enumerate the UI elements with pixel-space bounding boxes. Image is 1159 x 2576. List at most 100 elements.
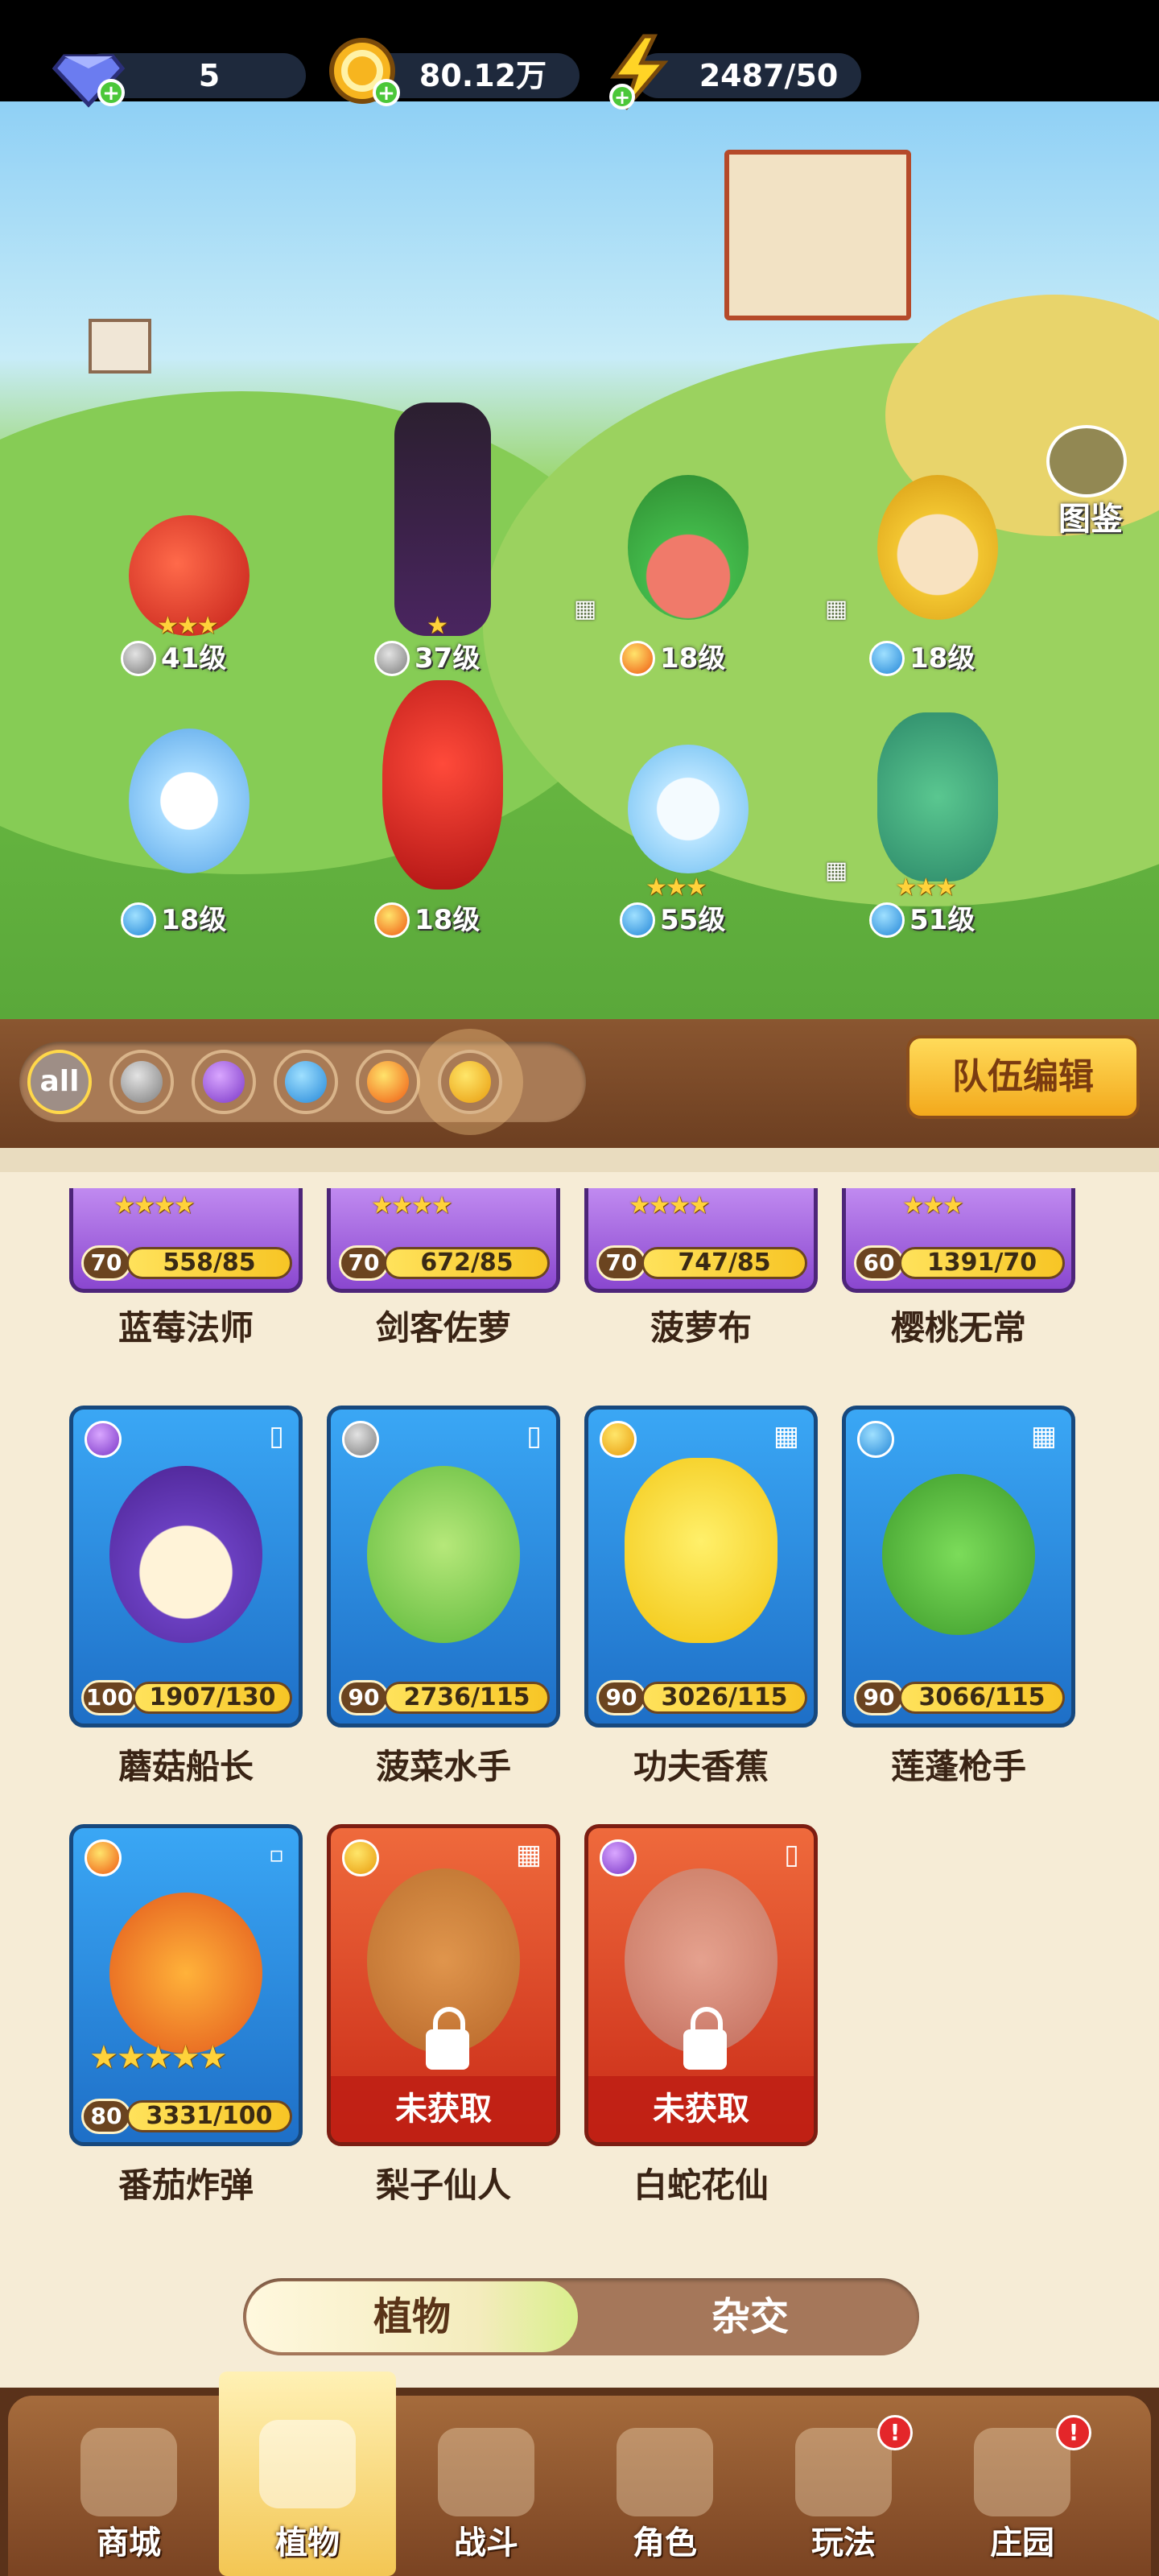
nav-tab-shop[interactable]: 商城 — [40, 2396, 217, 2576]
grid-icon: ▯ — [784, 1839, 799, 1871]
grid-icon: ▦ — [515, 1839, 542, 1871]
team-hero-slot-3[interactable]: ▦ 18级 — [574, 475, 781, 692]
lock-icon — [683, 2007, 727, 2070]
card-progress: 558/85 — [126, 1247, 292, 1279]
grid-icon: ▯ — [269, 1420, 284, 1452]
plant-card[interactable]: ★★★★ 70 672/85 — [327, 1188, 560, 1293]
sword-icon — [374, 641, 410, 676]
card-level: 70 — [81, 1245, 131, 1281]
sword-icon — [121, 641, 156, 676]
manor-icon — [974, 2428, 1070, 2516]
water-drop-icon — [869, 641, 905, 676]
hero-level: 18级 — [121, 902, 258, 938]
nav-tab-plants[interactable]: 植物 — [219, 2372, 396, 2576]
plants-icon — [259, 2420, 356, 2508]
fire-icon — [85, 1839, 122, 1876]
diamond-icon[interactable]: + — [48, 32, 126, 108]
plant-card[interactable]: ▦ 90 3066/115 — [842, 1406, 1075, 1728]
svg-text:+: + — [614, 86, 630, 109]
card-level: 70 — [339, 1245, 389, 1281]
nav-tab-manor[interactable]: ! 庄园 — [934, 2396, 1111, 2576]
team-hero-slot-8[interactable]: ▦ ★★★ 51级 — [825, 712, 1030, 954]
toggle-plants[interactable]: 植物 — [246, 2281, 578, 2352]
sprout-hero — [628, 475, 749, 620]
card-name: 蓝莓法师 — [118, 1308, 254, 1348]
nav-label: 商城 — [97, 2524, 161, 2562]
plant-card[interactable]: ▦ 90 3026/115 — [584, 1406, 818, 1728]
card-progress: 672/85 — [384, 1247, 550, 1279]
alert-badge: ! — [877, 2415, 913, 2450]
team-edit-button[interactable]: 队伍编辑 — [906, 1035, 1140, 1119]
plant-card-locked[interactable]: ▦ 未获取 — [327, 1824, 560, 2146]
coin-icon[interactable]: + — [324, 32, 400, 106]
card-progress: 2736/115 — [384, 1682, 550, 1714]
lightning-icon[interactable]: + — [600, 32, 672, 110]
lotus-gunner-art — [882, 1474, 1035, 1635]
nav-tab-character[interactable]: 角色 — [576, 2396, 753, 2576]
team-hero-slot-5[interactable]: 18级 — [97, 729, 282, 954]
panel-top-edge — [0, 1148, 1159, 1172]
nav-tab-battle[interactable]: 战斗 — [398, 2396, 575, 2576]
card-progress: 1391/70 — [899, 1247, 1065, 1279]
card-level: 100 — [81, 1680, 138, 1715]
distant-house — [89, 319, 151, 374]
gem-value: 5 — [198, 58, 221, 93]
fire-icon — [367, 1061, 409, 1103]
toggle-hybrid[interactable]: 杂交 — [581, 2278, 919, 2355]
team-hero-slot-4[interactable]: ▦ 18级 — [825, 475, 1030, 692]
codex-button[interactable]: 图鉴 — [1038, 425, 1143, 538]
potion-icon — [85, 1421, 122, 1458]
kungfu-banana-art — [625, 1458, 777, 1643]
card-stars: ★★★★ — [629, 1191, 711, 1220]
card-name: 菠萝布 — [650, 1308, 752, 1348]
nav-label: 战斗 — [454, 2524, 518, 2562]
team-hero-slot-7[interactable]: ★★★ 55级 — [596, 745, 781, 954]
bottom-nav: 商城 植物 战斗 角色 ! 玩法 ! 庄园 — [0, 2372, 1159, 2576]
alert-badge: ! — [1056, 2415, 1091, 2450]
ice-dragon-hero — [628, 745, 749, 873]
square-icon: ▫ — [269, 1841, 284, 1868]
angel-hero — [129, 729, 250, 873]
plant-card[interactable]: ★★★★ 70 747/85 — [584, 1188, 818, 1293]
plant-hybrid-toggle[interactable]: 植物 杂交 — [243, 2278, 919, 2355]
card-stars: ★★★ — [902, 1191, 964, 1220]
shop-icon — [80, 2428, 177, 2516]
filter-sword[interactable] — [109, 1050, 174, 1114]
locked-label: 未获取 — [588, 2076, 814, 2142]
card-name: 樱桃无常 — [890, 1308, 1026, 1348]
team-hero-slot-1[interactable]: ★★★ 41级 — [97, 499, 282, 692]
nav-label: 庄园 — [990, 2524, 1054, 2562]
sea-king-hero — [877, 712, 998, 881]
water-drop-icon — [857, 1421, 894, 1458]
card-progress: 3026/115 — [641, 1682, 807, 1714]
plant-card[interactable]: ★★★ 60 1391/70 — [842, 1188, 1075, 1293]
card-name: 蘑菇船长 — [118, 1747, 254, 1786]
filter-water[interactable] — [274, 1050, 338, 1114]
card-name: 梨子仙人 — [375, 2165, 511, 2205]
card-level: 90 — [339, 1680, 389, 1715]
plant-card[interactable]: ★★★★ 70 558/85 — [69, 1188, 303, 1293]
team-hero-slot-6[interactable]: 18级 — [350, 680, 535, 954]
card-stars: ★★★★★ — [89, 2039, 227, 2076]
plant-card[interactable]: ▯ 90 2736/115 — [327, 1406, 560, 1728]
sword-icon — [121, 1061, 163, 1103]
lightning-icon — [342, 1839, 379, 1876]
hero-level: 55级 — [620, 902, 757, 938]
nav-tab-gameplay[interactable]: ! 玩法 — [755, 2396, 932, 2576]
filter-lightning[interactable] — [438, 1050, 502, 1114]
team-hero-slot-2[interactable]: ★ 37级 — [350, 402, 535, 692]
water-drop-icon — [869, 902, 905, 938]
water-drop-icon — [121, 902, 156, 938]
filter-all[interactable]: all — [27, 1050, 92, 1114]
plant-card-locked[interactable]: ▯ 未获取 — [584, 1824, 818, 2146]
hero-stars: ★★★ — [895, 873, 957, 902]
nav-label: 植物 — [275, 2524, 340, 2562]
grid-icon: ▦ — [573, 595, 597, 623]
card-stars: ★★★★ — [113, 1191, 196, 1220]
filter-potion[interactable] — [192, 1050, 256, 1114]
plant-card[interactable]: ▫ ★★★★★ 80 3331/100 — [69, 1824, 303, 2146]
filter-fire[interactable] — [356, 1050, 420, 1114]
gameplay-icon — [795, 2428, 892, 2516]
plant-card[interactable]: ▯ 100 1907/130 — [69, 1406, 303, 1728]
card-stars: ★★★★ — [371, 1191, 453, 1220]
